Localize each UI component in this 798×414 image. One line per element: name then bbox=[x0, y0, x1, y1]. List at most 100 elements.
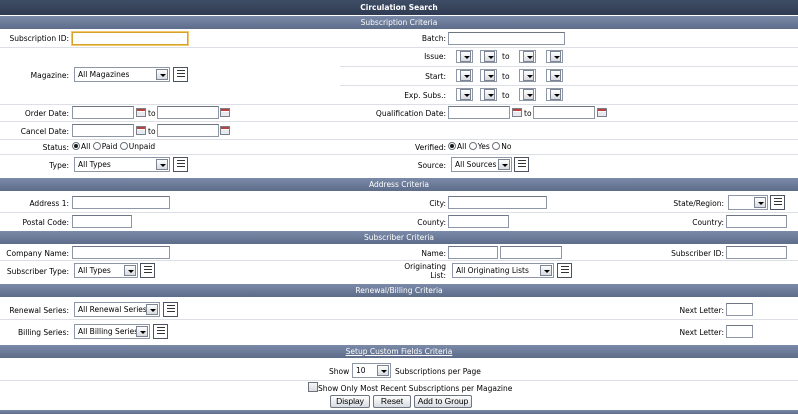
verified-yes-radio[interactable] bbox=[468, 142, 477, 150]
state-region-label: State/Region: bbox=[673, 199, 724, 208]
show-label: Show bbox=[329, 367, 350, 376]
issue-year-select[interactable] bbox=[480, 50, 497, 63]
exp-year-select[interactable] bbox=[480, 88, 497, 101]
billing-next-letter-input[interactable] bbox=[726, 325, 753, 338]
renewal-series-list-icon[interactable] bbox=[163, 302, 178, 317]
source-list-icon[interactable] bbox=[514, 157, 529, 172]
company-name-input[interactable] bbox=[72, 246, 170, 259]
billing-series-label: Billing Series: bbox=[18, 328, 69, 337]
start-to-month-select[interactable] bbox=[519, 69, 536, 82]
start-year-select[interactable] bbox=[480, 69, 497, 82]
type-list-icon[interactable] bbox=[173, 157, 188, 172]
start-to-label: to bbox=[502, 72, 510, 81]
first-name-input[interactable] bbox=[448, 246, 498, 259]
postal-code-input[interactable] bbox=[72, 215, 132, 228]
section-subscriber-criteria: Subscriber Criteria bbox=[0, 231, 798, 244]
state-region-list-icon[interactable] bbox=[770, 195, 785, 210]
exp-to-year-select[interactable] bbox=[546, 88, 563, 101]
exp-to-month-select[interactable] bbox=[519, 88, 536, 101]
status-label: Status: bbox=[42, 143, 69, 152]
exp-month-select[interactable] bbox=[456, 88, 473, 101]
magazine-select-value: All Magazines bbox=[78, 70, 130, 79]
postal-code-label: Postal Code: bbox=[22, 218, 69, 227]
verified-all-radio[interactable] bbox=[448, 142, 456, 150]
billing-series-select-value: All Billing Series bbox=[78, 327, 139, 336]
start-month-select[interactable] bbox=[456, 69, 473, 82]
city-input[interactable] bbox=[448, 196, 547, 209]
last-name-input[interactable] bbox=[500, 246, 562, 259]
county-input[interactable] bbox=[448, 215, 509, 228]
order-date-from-calendar-icon[interactable] bbox=[136, 108, 146, 117]
status-all-radio[interactable] bbox=[72, 142, 80, 150]
qualification-date-label: Qualification Date: bbox=[375, 109, 446, 118]
address1-input[interactable] bbox=[72, 196, 170, 209]
issue-month-select[interactable] bbox=[456, 50, 473, 63]
originating-list-list-icon[interactable] bbox=[557, 263, 572, 278]
exp-to-label: to bbox=[502, 91, 510, 100]
renewal-next-letter-label: Next Letter: bbox=[679, 306, 725, 315]
page-size-select[interactable]: 10 bbox=[352, 363, 391, 378]
renewal-series-select[interactable]: All Renewal Series bbox=[74, 302, 160, 317]
originating-list-select[interactable]: All Originating Lists bbox=[452, 263, 554, 278]
cancel-date-label: Cancel Date: bbox=[20, 127, 69, 136]
page-title: Circulation Search bbox=[0, 0, 798, 15]
magazine-select[interactable]: All Magazines bbox=[74, 67, 170, 82]
source-select[interactable]: All Sources bbox=[451, 157, 512, 172]
status-all-label: All bbox=[81, 142, 91, 151]
subscriber-type-list-icon[interactable] bbox=[140, 263, 155, 278]
country-input[interactable] bbox=[726, 215, 787, 228]
order-date-to-input[interactable] bbox=[157, 106, 219, 119]
verified-all-label: All bbox=[457, 142, 467, 151]
status-radio-group: All Paid Unpaid bbox=[72, 142, 155, 151]
billing-series-list-icon[interactable] bbox=[153, 324, 168, 339]
section-subscription-criteria: Subscription Criteria bbox=[0, 16, 798, 29]
cancel-date-from-calendar-icon[interactable] bbox=[136, 126, 146, 135]
source-label: Source: bbox=[417, 161, 446, 170]
reset-button[interactable]: Reset bbox=[373, 395, 411, 408]
subscriber-type-select[interactable]: All Types bbox=[74, 263, 138, 278]
cancel-date-to-input[interactable] bbox=[157, 124, 219, 137]
setup-custom-fields-link[interactable]: Setup Custom Fields Criteria bbox=[346, 347, 453, 356]
renewal-next-letter-input[interactable] bbox=[726, 303, 753, 316]
qualification-date-from-calendar-icon[interactable] bbox=[512, 108, 522, 117]
magazine-label: Magazine: bbox=[30, 71, 69, 80]
most-recent-checkbox[interactable] bbox=[308, 382, 318, 392]
issue-label: Issue: bbox=[424, 52, 446, 61]
add-to-group-button[interactable]: Add to Group bbox=[414, 395, 472, 408]
qualification-date-to-calendar-icon[interactable] bbox=[597, 108, 607, 117]
magazine-list-icon[interactable] bbox=[173, 67, 188, 82]
issue-to-year-select[interactable] bbox=[546, 50, 563, 63]
start-to-year-select[interactable] bbox=[546, 69, 563, 82]
order-date-from-input[interactable] bbox=[72, 106, 134, 119]
subscriber-id-input[interactable] bbox=[726, 246, 787, 259]
qualification-date-to-input[interactable] bbox=[533, 106, 595, 119]
subscriber-type-select-value: All Types bbox=[78, 266, 111, 275]
type-select-value: All Types bbox=[78, 160, 111, 169]
status-paid-radio[interactable] bbox=[92, 142, 101, 150]
display-button[interactable]: Display bbox=[330, 395, 370, 408]
start-label: Start: bbox=[425, 72, 446, 81]
section-renewal-billing-criteria: Renewal/Billing Criteria bbox=[0, 284, 798, 297]
page-size-select-value: 10 bbox=[356, 366, 366, 375]
state-region-select[interactable] bbox=[728, 195, 768, 210]
verified-label: Verified: bbox=[415, 143, 446, 152]
cancel-date-from-input[interactable] bbox=[72, 124, 134, 137]
renewal-series-select-value: All Renewal Series bbox=[78, 305, 147, 314]
batch-input[interactable] bbox=[448, 32, 565, 45]
company-name-label: Company Name: bbox=[6, 249, 69, 258]
cancel-date-to-calendar-icon[interactable] bbox=[220, 126, 230, 135]
status-paid-label: Paid bbox=[101, 142, 118, 151]
order-date-to-calendar-icon[interactable] bbox=[220, 108, 230, 117]
verified-radio-group: All Yes No bbox=[448, 142, 511, 151]
type-select[interactable]: All Types bbox=[74, 157, 170, 172]
issue-to-month-select[interactable] bbox=[519, 50, 536, 63]
address1-label: Address 1: bbox=[29, 199, 69, 208]
verified-no-radio[interactable] bbox=[492, 142, 501, 150]
subscription-id-input[interactable] bbox=[72, 32, 188, 45]
status-unpaid-radio[interactable] bbox=[119, 142, 128, 150]
order-date-to-label: to bbox=[148, 109, 156, 118]
qualification-date-from-input[interactable] bbox=[448, 106, 510, 119]
order-date-label: Order Date: bbox=[24, 109, 69, 118]
billing-series-select[interactable]: All Billing Series bbox=[74, 324, 150, 339]
per-page-label: Subscriptions per Page bbox=[395, 367, 481, 376]
